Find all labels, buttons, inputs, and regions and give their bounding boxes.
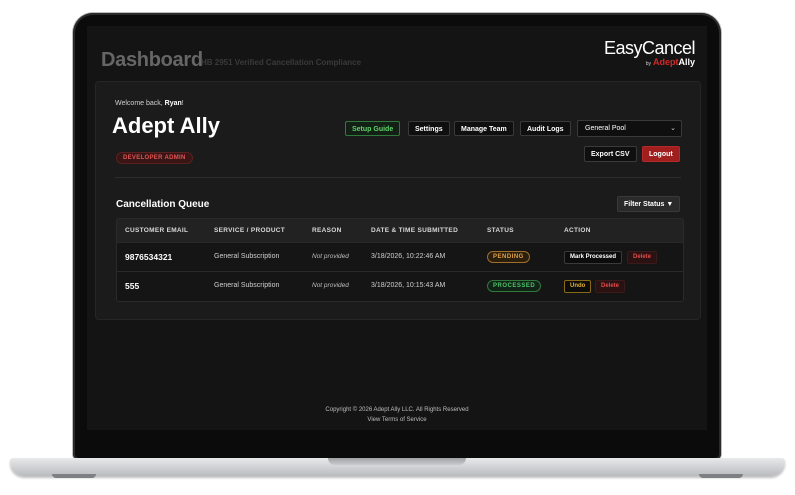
export-csv-button[interactable]: Export CSV [584,146,637,162]
delete-button[interactable]: Delete [627,251,658,264]
delete-button[interactable]: Delete [595,280,626,293]
organization-name: Adept Ally [112,113,220,138]
user-name: Ryan [164,100,182,107]
row-submitted: 3/18/2026, 10:22:46 AM [371,253,446,260]
page-subtitle: HB 2951 Verified Cancellation Compliance [201,58,362,67]
divider [115,177,681,178]
laptop-notch [328,458,466,465]
column-header-action: ACTION [564,227,591,234]
mark-processed-button[interactable]: Mark Processed [564,251,623,264]
manage-team-button[interactable]: Manage Team [454,121,514,136]
row-service: General Subscription [214,253,280,260]
app-screen: Dashboard HB 2951 Verified Cancellation … [87,26,707,430]
adept-ally-logo: by AdeptAlly [646,57,695,67]
row-reason: Not provided [312,253,349,260]
laptop-mockup: Dashboard HB 2951 Verified Cancellation … [0,0,795,495]
audit-logs-button[interactable]: Audit Logs [520,121,571,136]
row-submitted: 3/18/2026, 10:15:43 AM [371,282,446,289]
column-header-date: DATE & TIME SUBMITTED [371,227,459,234]
cancellation-table: CUSTOMER EMAIL SERVICE / PRODUCT REASON … [116,218,684,302]
logo-by-text: by [645,61,651,67]
easycancel-logo: EasyCancel [603,38,696,58]
undo-button[interactable]: Undo [564,280,592,293]
dashboard-card: Welcome back, Ryan! Adept Ally DEVELOPER… [95,81,701,320]
terms-of-service-link[interactable]: View Terms of Service [87,417,707,423]
laptop-foot-right [699,474,743,478]
pool-select-value: General Pool [585,125,626,132]
column-header-status: STATUS [487,227,514,234]
table-header: CUSTOMER EMAIL SERVICE / PRODUCT REASON … [117,219,683,242]
row-reason: Not provided [312,282,349,289]
logout-button[interactable]: Logout [642,146,680,162]
role-badge: DEVELOPER ADMIN [116,152,193,164]
status-badge: PROCESSED [487,280,542,292]
table-row: 9876534321 General Subscription Not prov… [117,242,683,272]
welcome-prefix: Welcome back, [115,100,165,107]
page-title: Dashboard [101,49,203,71]
logo-ally-text: Ally [678,57,695,67]
logo-adept-text: Adept [652,57,679,67]
status-badge: PENDING [487,251,530,263]
welcome-message: Welcome back, Ryan! [115,100,184,107]
column-header-email: CUSTOMER EMAIL [125,227,189,234]
setup-guide-button[interactable]: Setup Guide [345,121,401,136]
laptop-foot-left [52,474,96,478]
chevron-down-icon: ⌄ [670,125,676,132]
settings-button[interactable]: Settings [408,121,450,136]
row-email: 555 [125,281,140,291]
pool-select[interactable]: General Pool ⌄ [577,120,682,137]
footer-copyright: Copyright © 2026 Adept Ally LLC. All Rig… [325,407,469,413]
row-email: 9876534321 [125,252,173,262]
table-row: 555 General Subscription Not provided 3/… [117,271,683,301]
column-header-service: SERVICE / PRODUCT [214,227,286,234]
filter-status-button[interactable]: Filter Status ▼ [617,196,681,212]
queue-title: Cancellation Queue [116,199,210,210]
welcome-suffix: ! [181,100,184,107]
column-header-reason: REASON [312,227,342,234]
row-service: General Subscription [214,282,280,289]
